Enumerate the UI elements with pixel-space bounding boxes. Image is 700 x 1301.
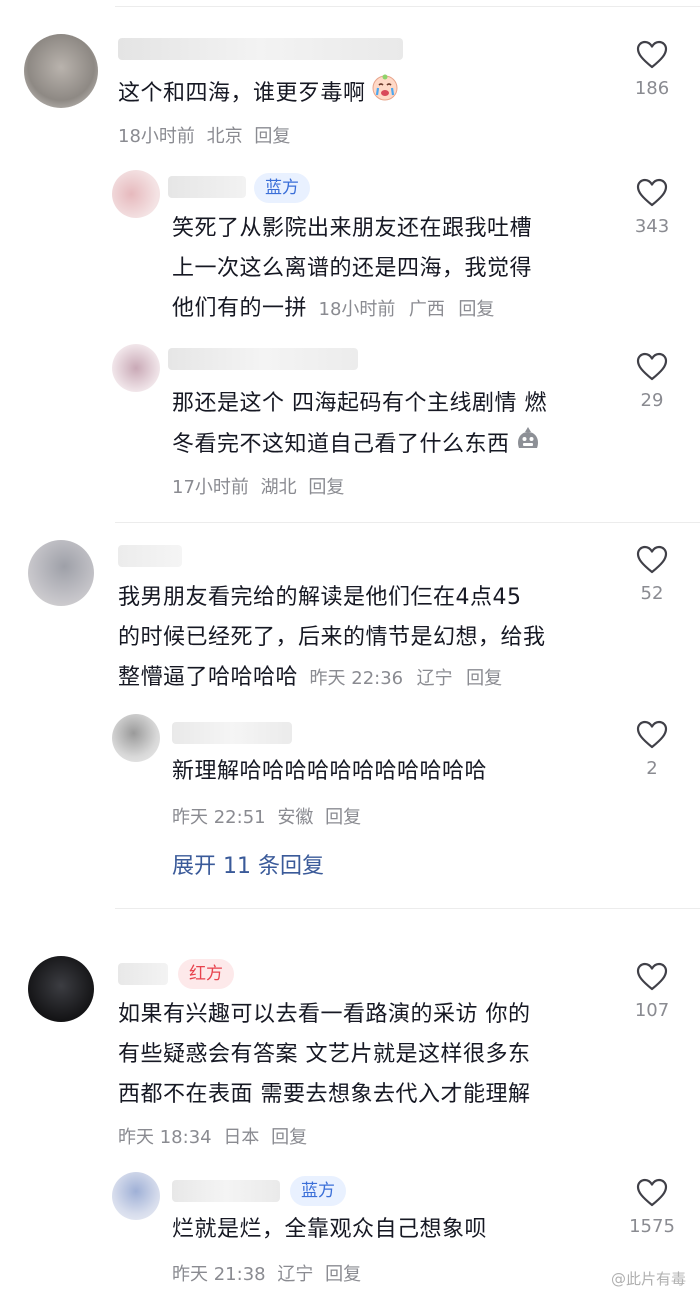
grimace-bag-emoji <box>514 424 542 466</box>
reply-meta: 昨天 21:38 辽宁 回复 <box>172 1260 361 1286</box>
heart-icon <box>636 178 668 207</box>
watermark: @此片有毒 <box>610 1270 686 1288</box>
comment-divider <box>115 522 700 523</box>
username-blurred[interactable] <box>118 545 182 567</box>
reply-text: 烂就是烂，全靠观众自己想象呗 <box>172 1217 488 1242</box>
timestamp: 17小时前 <box>172 477 249 498</box>
like-count: 107 <box>634 1000 670 1021</box>
like-button[interactable]: 29 <box>622 352 682 411</box>
like-button[interactable]: 52 <box>622 545 682 604</box>
team-badge: 红方 <box>178 959 234 989</box>
heart-icon <box>636 962 668 991</box>
comment-text: 这个和四海，谁更歹毒啊 <box>118 72 400 116</box>
location: 辽宁 <box>416 668 453 689</box>
reply-text: 笑死了从影院出来朋友还在跟我吐槽 上一次这么离谱的还是四海，我觉得 他们有的一拼… <box>172 216 533 321</box>
timestamp: 18小时前 <box>118 126 195 147</box>
like-count: 186 <box>634 78 670 99</box>
heart-icon <box>636 1178 668 1207</box>
like-button[interactable]: 343 <box>622 178 682 237</box>
comment-meta: 昨天 18:34 日本 回复 <box>118 1123 307 1149</box>
reply-meta: 17小时前 湖北 回复 <box>172 473 344 499</box>
reply-button[interactable]: 回复 <box>271 1127 307 1148</box>
reply-button[interactable]: 回复 <box>466 668 502 689</box>
username-blurred[interactable] <box>118 963 168 985</box>
reply-button[interactable]: 回复 <box>254 126 290 147</box>
avatar[interactable] <box>112 714 160 762</box>
location: 北京 <box>206 126 243 147</box>
timestamp: 昨天 22:36 <box>309 668 404 689</box>
location: 日本 <box>223 1127 260 1148</box>
location: 湖北 <box>260 477 297 498</box>
comment-divider <box>115 908 700 909</box>
team-badge: 蓝方 <box>290 1176 346 1206</box>
expand-replies-button[interactable]: 展开 11 条回复 <box>172 848 324 880</box>
like-button[interactable]: 186 <box>622 40 682 99</box>
avatar[interactable] <box>28 956 94 1022</box>
like-button[interactable]: 2 <box>622 720 682 779</box>
reply-button[interactable]: 回复 <box>458 299 494 320</box>
heart-icon <box>636 720 668 749</box>
like-count: 52 <box>640 583 664 604</box>
heart-icon <box>636 545 668 574</box>
timestamp: 18小时前 <box>318 299 396 320</box>
comment-text: 如果有兴趣可以去看一看路演的采访 你的 有些疑惑会有答案 文艺片就是这样很多东 … <box>118 1002 531 1107</box>
like-count: 2 <box>646 758 658 779</box>
reply-button[interactable]: 回复 <box>308 477 344 498</box>
username-blurred[interactable] <box>168 348 358 370</box>
timestamp: 昨天 22:51 <box>172 807 266 828</box>
reply-button[interactable]: 回复 <box>325 807 361 828</box>
like-count: 1575 <box>629 1216 675 1237</box>
avatar[interactable] <box>28 540 94 606</box>
comment-text: 我男朋友看完给的解读是他们仨在4点45 的时候已经死了，后来的情节是幻想，给我 … <box>118 585 546 690</box>
username-blurred[interactable] <box>172 722 292 744</box>
reply-text: 新理解哈哈哈哈哈哈哈哈哈哈哈 <box>172 759 488 784</box>
team-badge: 蓝方 <box>254 173 310 203</box>
location: 安徽 <box>277 807 314 828</box>
avatar[interactable] <box>112 1172 160 1220</box>
avatar[interactable] <box>24 34 98 108</box>
like-button[interactable]: 107 <box>622 962 682 1021</box>
avatar[interactable] <box>112 344 160 392</box>
like-count: 343 <box>634 216 670 237</box>
location: 广西 <box>408 299 445 320</box>
comment-meta: 18小时前 北京 回复 <box>118 122 290 148</box>
like-button[interactable]: 1575 <box>622 1178 682 1237</box>
timestamp: 昨天 21:38 <box>172 1264 266 1285</box>
reply-button[interactable]: 回复 <box>325 1264 361 1285</box>
heart-icon <box>636 40 668 69</box>
reply-text: 那还是这个 四海起码有个主线剧情 燃 冬看完不这知道自己看了什么东西 <box>172 384 547 466</box>
reply-meta: 昨天 22:51 安徽 回复 <box>172 803 361 829</box>
username-blurred[interactable] <box>118 38 403 60</box>
top-divider <box>115 6 700 7</box>
username-blurred[interactable] <box>168 176 246 198</box>
heart-icon <box>636 352 668 381</box>
avatar[interactable] <box>112 170 160 218</box>
like-count: 29 <box>640 390 664 411</box>
crying-baby-emoji <box>370 72 400 116</box>
timestamp: 昨天 18:34 <box>118 1127 212 1148</box>
username-blurred[interactable] <box>172 1180 280 1202</box>
location: 辽宁 <box>277 1264 314 1285</box>
